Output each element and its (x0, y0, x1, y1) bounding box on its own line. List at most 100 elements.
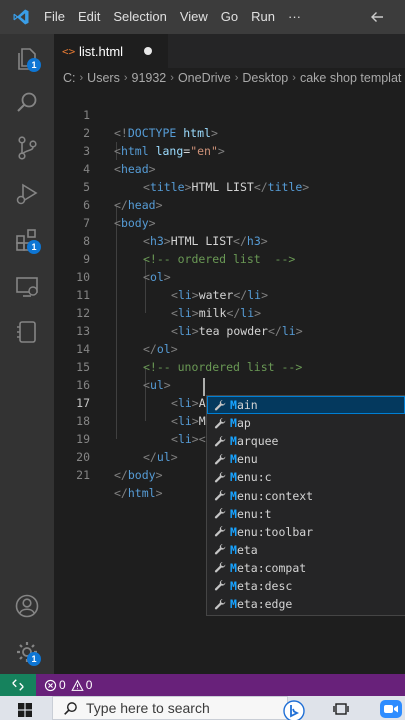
wrench-icon (210, 489, 230, 502)
suggestion-item[interactable]: Meta (207, 541, 405, 559)
code-line: 14 <!-- unordered list --> (54, 322, 405, 374)
chevron-right-icon: › (292, 72, 296, 84)
code-line: 4 <title>HTML LIST</title> (54, 142, 405, 194)
code-line: 8 <!-- ordered list --> (54, 214, 405, 266)
explorer-icon[interactable]: 1 (13, 44, 41, 72)
menu-selection[interactable]: Selection (107, 0, 173, 34)
wrench-icon (210, 525, 230, 538)
code-text: </body> (114, 468, 163, 482)
suggestion-item[interactable]: Map (207, 414, 405, 432)
code-line: 9 <ol> (54, 232, 405, 284)
menu-view[interactable]: View (173, 0, 214, 34)
suggestion-item[interactable]: Meta:desc (207, 577, 405, 595)
code-line: 6 <body> (54, 178, 405, 230)
breadcrumb: C: › Users › 91932 › OneDrive › Desktop … (54, 68, 405, 88)
arrow-left-icon (371, 12, 383, 22)
suggestion-item[interactable]: Menu:t (207, 505, 405, 523)
vscode-logo-icon (0, 0, 42, 34)
code-line: 7 <h3>HTML LIST</h3> (54, 196, 405, 248)
unsaved-dot-icon[interactable] (144, 47, 152, 55)
tab-bar: <> list.html (54, 34, 405, 68)
manage-badge: 1 (27, 652, 41, 666)
notebook-icon[interactable] (13, 318, 41, 346)
menu-run[interactable]: Run (245, 0, 282, 34)
code-text: </html> (114, 486, 163, 500)
back-button[interactable] (369, 0, 405, 34)
breadcrumb-item[interactable]: OneDrive (178, 71, 231, 85)
wrench-icon (210, 561, 230, 574)
html-file-icon: <> (62, 44, 76, 58)
wrench-icon (210, 507, 230, 520)
tab-list-html[interactable]: <> list.html (54, 34, 168, 68)
error-count: 0 (59, 678, 66, 692)
menu-more[interactable]: ··· (282, 0, 308, 34)
code-line-active: 17 <li>M</li> (54, 376, 405, 428)
task-view-icon[interactable] (333, 701, 349, 717)
code-line: 12 <li>tea powder</li> (54, 286, 405, 338)
problems-indicator[interactable]: 0 0 (44, 678, 92, 692)
account-icon[interactable] (13, 592, 41, 620)
suggestion-item[interactable]: Menu (207, 450, 405, 468)
title-bar: File Edit Selection View Go Run ··· (0, 0, 405, 34)
remote-explorer-icon[interactable] (13, 273, 41, 301)
explorer-badge: 1 (27, 58, 41, 72)
suggestion-item[interactable]: Marquee (207, 432, 405, 450)
chevron-right-icon: › (123, 72, 128, 84)
menu-edit[interactable]: Edit (71, 0, 106, 34)
remote-indicator-button[interactable] (0, 674, 36, 696)
warning-count: 0 (85, 678, 93, 692)
suggestion-item[interactable]: Main (207, 396, 405, 415)
extensions-badge: 1 (27, 240, 41, 254)
wrench-icon (210, 417, 230, 430)
line-number: 21 (76, 468, 90, 482)
breadcrumb-item[interactable]: cake shop templat (300, 71, 401, 85)
chevron-right-icon: › (170, 72, 174, 84)
menu-file[interactable]: File (42, 0, 71, 34)
wrench-icon (210, 399, 230, 412)
status-bar: 0 0 (0, 674, 405, 696)
suggestion-item[interactable]: Menu:context (207, 486, 405, 504)
suggestion-item[interactable]: Meta:compat (207, 559, 405, 577)
code-line: 2 <html lang="en"> (54, 106, 405, 158)
search-placeholder: Type here to search (86, 700, 210, 716)
code-line: 1 <!DOCTYPE html> (54, 88, 405, 140)
windows-start-icon[interactable] (18, 702, 32, 717)
taskbar-search-input[interactable]: Type here to search (52, 696, 288, 720)
code-line: 13 </ol> (54, 304, 405, 356)
code-line: 11 <li>milk</li> (54, 268, 405, 320)
warning-icon (71, 679, 84, 691)
breadcrumb-item[interactable]: C: (63, 71, 76, 85)
manage-gear-icon[interactable]: 1 (13, 638, 41, 666)
wrench-icon (210, 453, 230, 466)
wrench-icon (210, 598, 230, 611)
breadcrumb-item[interactable]: Users (87, 71, 120, 85)
activity-bar: 1 1 1 (0, 34, 54, 674)
wrench-icon (210, 543, 230, 556)
code-line: 10 <li>water</li> (54, 250, 405, 302)
wrench-icon (210, 579, 230, 592)
run-debug-icon[interactable] (13, 180, 41, 208)
text-cursor (203, 378, 205, 396)
search-icon[interactable] (13, 89, 41, 117)
zoom-app-icon[interactable] (380, 700, 402, 718)
autocomplete-suggestions: Main Map Marquee Menu Menu:c Menu:contex… (206, 395, 405, 616)
extensions-icon[interactable]: 1 (13, 226, 41, 254)
search-icon (64, 701, 77, 715)
windows-taskbar: Type here to search (0, 696, 405, 720)
chevron-right-icon: › (79, 72, 84, 84)
source-control-icon[interactable] (13, 134, 41, 162)
breadcrumb-item[interactable]: 91932 (132, 71, 167, 85)
code-line: 15 <ul> (54, 340, 405, 392)
wrench-icon (210, 435, 230, 448)
wrench-icon (210, 471, 230, 484)
suggestion-item[interactable]: Menu:toolbar (207, 523, 405, 541)
code-line: 5 </head> (54, 160, 405, 212)
chevron-right-icon: › (234, 72, 239, 84)
tab-label: list.html (79, 43, 124, 59)
menu-go[interactable]: Go (214, 0, 244, 34)
suggestion-item[interactable]: Meta:edge (207, 595, 405, 613)
breadcrumb-item[interactable]: Desktop (242, 71, 288, 85)
code-line: 3 <head> (54, 124, 405, 176)
suggestion-item[interactable]: Menu:c (207, 468, 405, 486)
bing-icon[interactable] (282, 699, 306, 720)
